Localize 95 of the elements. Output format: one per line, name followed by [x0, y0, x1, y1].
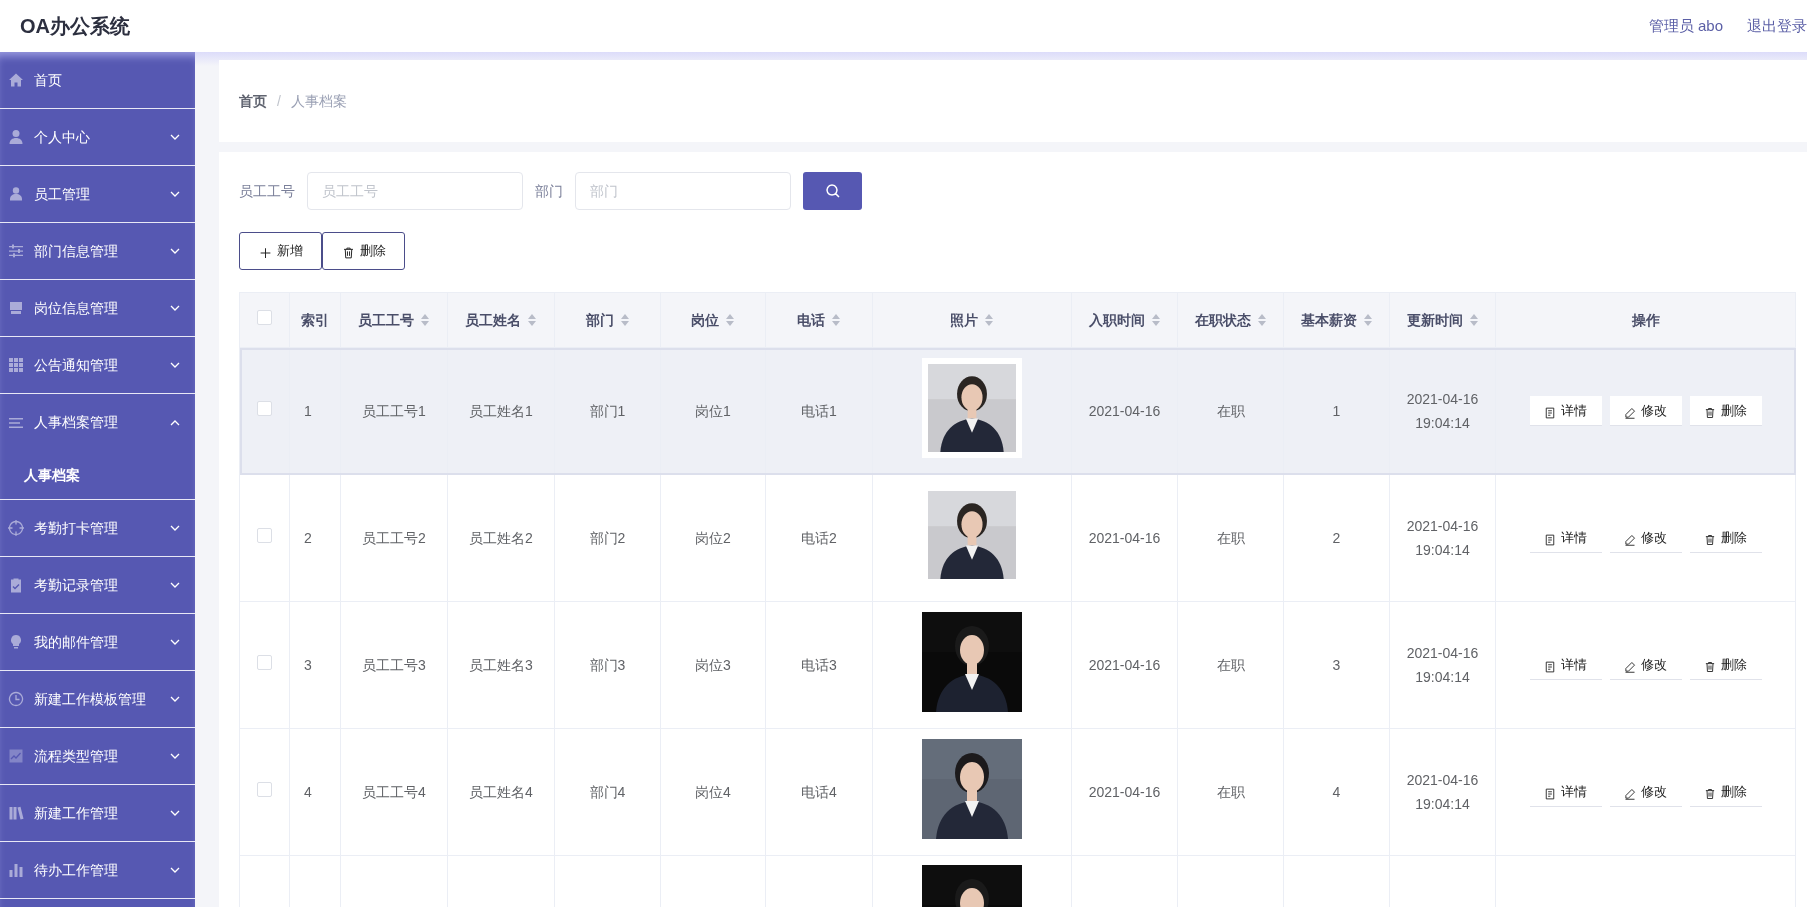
document-icon: [1544, 658, 1556, 671]
document-icon: [1544, 785, 1556, 798]
breadcrumb-link[interactable]: 首页: [239, 90, 267, 112]
toolbar-button[interactable]: 删除: [322, 232, 405, 270]
table-cell: 员工工号1: [362, 402, 426, 419]
table-cell: 4: [304, 783, 312, 800]
table-cell: 在职: [1216, 783, 1245, 800]
table-cell: 在职: [1216, 656, 1245, 673]
table-cell: 2021-04-16: [1088, 529, 1161, 546]
column-header[interactable]: 操作: [1631, 309, 1660, 331]
table-cell-text: 2021-04-16 19:04:14: [1406, 517, 1479, 560]
column-header[interactable]: 部门: [585, 309, 630, 331]
sort-icon[interactable]: [1150, 313, 1161, 327]
column-header[interactable]: 电话: [797, 309, 841, 331]
table-cell: 电话4: [801, 783, 837, 800]
user-name[interactable]: 管理员 abo: [1648, 14, 1723, 38]
bulb-icon: [8, 634, 24, 650]
table-cell: 部门3: [589, 656, 626, 673]
table-cell: 1: [1332, 402, 1341, 419]
table-cell: 2: [1332, 529, 1341, 546]
crosshair-icon: [8, 520, 24, 536]
table-cell: 员工姓名4: [469, 783, 533, 800]
table-cell: 2021-04-16: [1088, 402, 1161, 419]
field-label: 部门: [535, 181, 563, 201]
table-cell: 2: [304, 529, 312, 546]
person-icon: [8, 129, 24, 145]
checkbox[interactable]: [257, 781, 272, 797]
toolbar-button[interactable]: 新增: [239, 232, 322, 270]
table-cell: 员工姓名3: [469, 656, 533, 673]
sort-icon[interactable]: [1468, 313, 1479, 327]
trash-icon: [341, 244, 355, 258]
table-cell: 3: [304, 656, 312, 673]
input-field[interactable]: 员工工号: [307, 172, 523, 210]
action-button[interactable]: 详情: [1529, 396, 1602, 426]
table-cell: 岗位2: [695, 529, 731, 546]
search-button[interactable]: [803, 172, 862, 210]
sort-icon[interactable]: [420, 313, 430, 327]
table-cell: 3: [1332, 656, 1341, 673]
column-header[interactable]: 照片: [950, 309, 994, 331]
document-icon: [1544, 531, 1556, 544]
table-cell: 2021-04-16: [1088, 783, 1161, 800]
chart-icon: [8, 748, 24, 764]
table-cell: 部门1: [589, 402, 626, 419]
table-cell: 员工工号4: [362, 783, 426, 800]
clock-icon: [8, 691, 24, 707]
bar-chart-icon: [8, 862, 24, 878]
sidebar-item[interactable]: 人事档案管理: [0, 394, 195, 451]
table-cell: 岗位1: [695, 402, 731, 419]
action-button[interactable]: 修改: [1609, 396, 1682, 426]
table-cell: 部门4: [589, 783, 626, 800]
table-cell: 员工工号3: [362, 656, 426, 673]
table-cell: 岗位4: [695, 783, 731, 800]
table-cell: 4: [1332, 783, 1341, 800]
sort-icon[interactable]: [1362, 313, 1373, 327]
search-icon: [824, 183, 841, 199]
table-cell: 在职: [1216, 402, 1245, 419]
input-field[interactable]: 部门: [575, 172, 791, 210]
checkbox[interactable]: [257, 400, 272, 416]
checkbox[interactable]: [257, 654, 272, 670]
table-cell: 2021-04-16: [1088, 656, 1161, 673]
sort-icon[interactable]: [725, 313, 735, 327]
app-title: OA办公系统: [20, 14, 130, 39]
table-cell: 1: [304, 402, 312, 419]
table-cell-text: 2021-04-16 19:04:14: [1406, 771, 1479, 814]
document-icon: [1544, 404, 1556, 417]
breadcrumb-separator: /: [277, 91, 281, 111]
table-cell: 在职: [1216, 529, 1245, 546]
person-icon: [8, 186, 24, 202]
home-icon: [8, 72, 24, 88]
sort-icon[interactable]: [527, 313, 537, 327]
column-header[interactable]: 岗位: [691, 309, 735, 331]
table-cell: 部门2: [589, 529, 626, 546]
clipboard-icon: [8, 577, 24, 593]
books-icon: [8, 805, 24, 821]
tray-icon: [8, 300, 24, 316]
table-cell-text: 2021-04-16 19:04:14: [1406, 644, 1479, 687]
sort-icon[interactable]: [619, 313, 630, 327]
logout-link[interactable]: 退出登录: [1747, 14, 1807, 38]
table-cell: 电话3: [801, 656, 837, 673]
table-cell-text: 2021-04-16 19:04:14: [1406, 390, 1479, 433]
table-cell: 电话2: [801, 529, 837, 546]
grid-icon: [8, 357, 24, 373]
table-cell: 员工工号2: [362, 529, 426, 546]
table-cell: 员工姓名2: [469, 529, 533, 546]
checkbox[interactable]: [257, 527, 272, 543]
sort-icon[interactable]: [1256, 313, 1267, 327]
table-cell: 岗位3: [695, 656, 731, 673]
sort-icon[interactable]: [984, 313, 994, 327]
sort-icon[interactable]: [831, 313, 841, 327]
table-cell: 员工姓名1: [469, 402, 533, 419]
field-label: 员工工号: [239, 181, 295, 201]
table-cell: 电话1: [801, 402, 837, 419]
checkbox[interactable]: [257, 309, 272, 325]
action-button[interactable]: 删除: [1689, 396, 1762, 426]
sliders-icon: [8, 243, 24, 259]
